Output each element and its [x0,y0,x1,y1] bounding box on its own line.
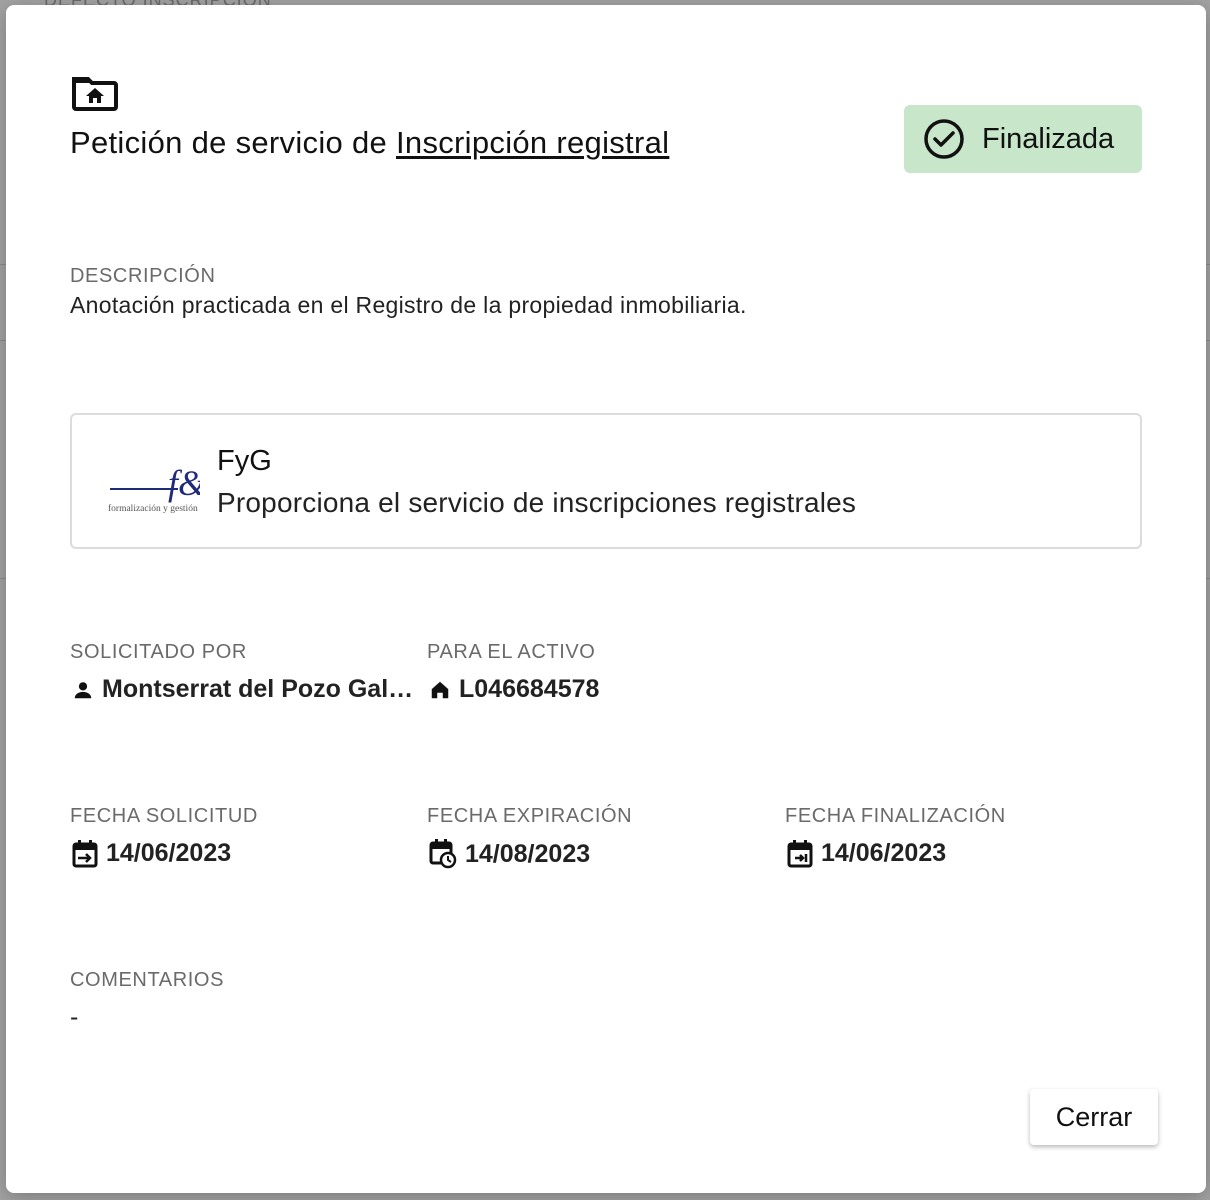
request-date-value: 14/06/2023 [72,839,231,868]
title-prefix: Petición de servicio de [70,125,396,160]
requester-name: Montserrat del Pozo Gall... [102,675,414,703]
expiration-date: 14/08/2023 [465,839,591,868]
provider-name: FyG [217,445,272,477]
expiration-date-value: 14/08/2023 [429,839,590,869]
request-date: 14/06/2023 [106,839,232,867]
description-text: Anotación practicada en el Registro de l… [70,292,747,318]
page-title: Petición de servicio de Inscripción regi… [70,125,669,161]
expiration-date-label: FECHA EXPIRACIÓN [427,805,633,827]
close-button[interactable]: Cerrar [1030,1089,1158,1145]
comments-label: COMENTARIOS [70,969,225,991]
calendar-clock-icon [429,839,457,869]
asset-value: L046684578 [429,675,599,704]
asset-id: L046684578 [459,675,600,703]
request-date-label: FECHA SOLICITUD [70,805,258,827]
asset-label: PARA EL ACTIVO [427,641,596,663]
person-icon [74,681,92,698]
folder-home-icon [72,77,118,111]
provider-card: f&g formalización y gestión FyG Proporci… [70,413,1142,549]
completion-date-value: 14/06/2023 [787,839,946,868]
service-request-dialog: Petición de servicio de Inscripción regi… [6,5,1206,1193]
status-label: Finalizada [982,122,1115,155]
svg-text:f&g: f&g [168,463,200,503]
requested-by-value: Montserrat del Pozo Gall... [72,675,414,704]
home-icon [431,681,449,698]
description-label: DESCRIPCIÓN [70,265,216,287]
provider-description: Proporciona el servicio de inscripciones… [217,487,857,518]
calendar-end-icon [787,839,813,867]
completion-date-label: FECHA FINALIZACIÓN [785,805,1006,827]
comments-value: - [70,1003,79,1031]
svg-text:formalización y gestión: formalización y gestión [108,503,198,514]
calendar-arrow-icon [72,839,98,867]
check-circle-icon [924,119,964,159]
completion-date: 14/06/2023 [821,839,947,867]
service-type-link[interactable]: Inscripción registral [396,125,669,160]
provider-logo: f&g formalización y gestión [108,463,200,514]
requested-by-label: SOLICITADO POR [70,641,247,663]
status-badge: Finalizada [904,105,1142,173]
